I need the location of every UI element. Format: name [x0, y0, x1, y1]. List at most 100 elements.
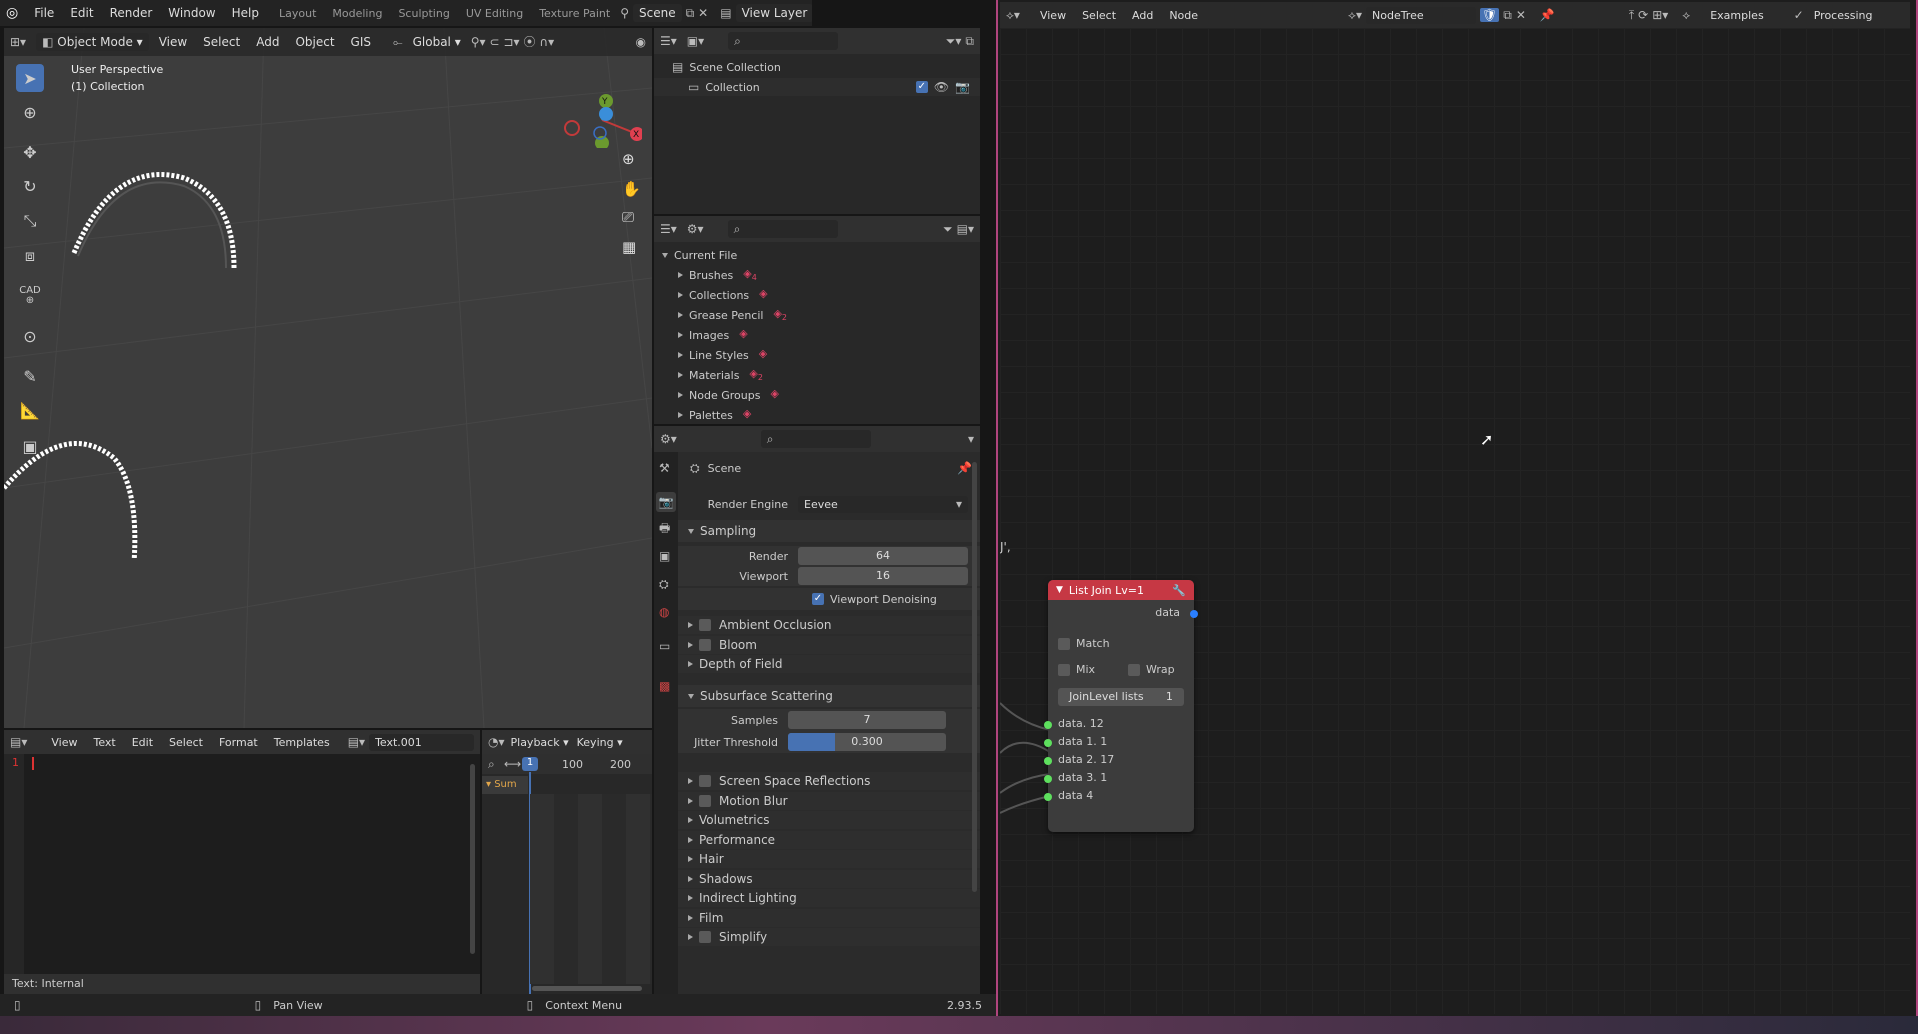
examples-button[interactable]: Examples: [1704, 9, 1769, 22]
move-icon[interactable]: ✥: [16, 138, 44, 166]
add-cube-icon[interactable]: ▣: [16, 432, 44, 460]
navigation-gizmo[interactable]: Y X: [562, 68, 644, 150]
rotate-icon[interactable]: ↻: [16, 172, 44, 200]
mode-selector[interactable]: ◧ Object Mode ▾: [36, 33, 149, 51]
select-box-icon[interactable]: ➤: [16, 64, 44, 92]
blender-logo-icon[interactable]: ◎: [6, 6, 18, 20]
blend-item-row[interactable]: Node Groups ◈: [654, 386, 980, 404]
expand-arrow-icon[interactable]: [662, 252, 668, 258]
blend-item-row[interactable]: Brushes ◈4: [654, 266, 980, 284]
outliner-row-collection[interactable]: ▭ Collection ✓ 👁 📷: [654, 78, 980, 96]
viewport-denoising-checkbox[interactable]: ✓: [812, 593, 824, 605]
node-collapse-icon[interactable]: ▼: [1056, 585, 1063, 595]
scale-icon[interactable]: ⤡: [16, 207, 44, 235]
zoom-icon[interactable]: ⊕: [622, 150, 635, 168]
properties-panel-header[interactable]: Hair: [678, 850, 980, 868]
input-socket[interactable]: [1044, 757, 1052, 765]
menu-help[interactable]: Help: [226, 6, 265, 20]
node-editor-area[interactable]: J', ▼ List Join Lv=1 🔧 data Match Mix Wr…: [1000, 28, 1910, 1014]
expand-arrow-icon[interactable]: [678, 412, 683, 418]
input-socket[interactable]: [1044, 793, 1052, 801]
camera-render-icon[interactable]: 📷: [955, 81, 970, 93]
sampling-viewport-field[interactable]: 16: [798, 567, 968, 585]
fake-user-shield-icon[interactable]: 🛡: [1480, 8, 1500, 22]
blend-search-input[interactable]: ⌕: [727, 220, 838, 238]
menu-window[interactable]: Window: [162, 6, 221, 20]
pan-hand-icon[interactable]: ✋: [622, 180, 641, 198]
tab-uv-editing[interactable]: UV Editing: [460, 7, 529, 20]
node-header[interactable]: ▼ List Join Lv=1 🔧: [1048, 580, 1194, 600]
properties-panel-header[interactable]: Simplify: [678, 928, 980, 946]
render-engine-dropdown[interactable]: Eevee ▾: [798, 495, 968, 513]
list-join-node[interactable]: ▼ List Join Lv=1 🔧 data Match Mix Wrap J…: [1044, 580, 1198, 832]
panel-enable-checkbox[interactable]: [699, 794, 711, 807]
properties-panel-header[interactable]: Indirect Lighting: [678, 889, 980, 907]
new-collection-icon[interactable]: ⧉: [965, 35, 974, 47]
view-layer-tab-icon[interactable]: ▣: [659, 550, 670, 562]
properties-panel-header[interactable]: Volumetrics: [678, 811, 980, 829]
3d-viewport[interactable]: User Perspective (1) Collection Y X ⊕ ✋ …: [4, 28, 652, 728]
output-socket-data[interactable]: [1190, 610, 1198, 618]
blend-browser-type-icon[interactable]: ☰▾: [660, 223, 677, 235]
menu-file[interactable]: File: [28, 6, 60, 20]
expand-arrow-icon[interactable]: [678, 392, 683, 398]
expand-arrow-icon[interactable]: [678, 292, 683, 298]
input-socket[interactable]: [1044, 739, 1052, 747]
panel-enable-checkbox[interactable]: [699, 619, 711, 631]
examples-icon[interactable]: ⟡: [1682, 9, 1690, 21]
delete-scene-icon[interactable]: ✕: [698, 7, 708, 19]
join-level-field[interactable]: JoinLevel lists 1: [1058, 688, 1184, 706]
node-menu-select[interactable]: Select: [1076, 9, 1122, 22]
blend-item-row[interactable]: Palettes ◈: [654, 406, 980, 424]
text-menu-format[interactable]: Format: [213, 736, 264, 749]
visibility-icon[interactable]: ◉: [636, 36, 646, 48]
wrench-icon[interactable]: 🔧: [1172, 584, 1186, 597]
properties-panel-header[interactable]: Shadows: [678, 869, 980, 888]
expand-arrow-icon[interactable]: [678, 312, 683, 318]
text-editor-area[interactable]: 1: [4, 754, 480, 974]
sampling-panel-header[interactable]: Sampling: [678, 520, 980, 542]
node-tree-type-icon[interactable]: ⟡▾: [1348, 9, 1362, 21]
expand-arrow-icon[interactable]: [678, 272, 683, 278]
menu-edit[interactable]: Edit: [64, 6, 99, 20]
pin-icon[interactable]: 📌: [957, 462, 972, 474]
properties-scrollbar[interactable]: [972, 462, 977, 892]
properties-panel-header[interactable]: Motion Blur: [678, 791, 980, 810]
timeline-menu-keying[interactable]: Keying ▾: [575, 736, 625, 749]
node-menu-view[interactable]: View: [1034, 9, 1072, 22]
transform-icon[interactable]: ⧈: [16, 242, 44, 270]
pin-tree-icon[interactable]: 📌: [1540, 9, 1555, 21]
viewport-menu-select[interactable]: Select: [197, 35, 246, 49]
properties-search-input[interactable]: ⌕: [760, 430, 871, 448]
measure-icon[interactable]: 📐: [16, 396, 44, 424]
properties-panel-header[interactable]: Film: [678, 908, 980, 927]
match-checkbox[interactable]: [1058, 638, 1070, 650]
text-menu-templates[interactable]: Templates: [268, 736, 336, 749]
properties-panel-header[interactable]: Ambient Occlusion: [678, 616, 980, 634]
node-editor-type-icon[interactable]: ⟡▾: [1006, 9, 1020, 21]
properties-options-icon[interactable]: ▾: [968, 433, 974, 445]
timeline-range-icon[interactable]: ⟷: [504, 758, 521, 770]
sss-samples-field[interactable]: 7: [788, 711, 946, 729]
text-menu-select[interactable]: Select: [163, 736, 209, 749]
scene-selector[interactable]: Scene: [632, 4, 682, 22]
ortho-toggle-icon[interactable]: ▦: [622, 238, 636, 256]
layout-icon[interactable]: ⊞▾: [1652, 9, 1668, 21]
text-editor-scrollbar[interactable]: [470, 764, 475, 954]
sss-jitter-slider[interactable]: 0.300: [788, 733, 946, 751]
cursor-icon[interactable]: ⊕: [16, 98, 44, 126]
expand-arrow-icon[interactable]: [678, 332, 683, 338]
input-socket[interactable]: [1044, 775, 1052, 783]
summary-row[interactable]: ▾ Sum: [482, 776, 528, 794]
output-tab-icon[interactable]: 🖶: [659, 522, 670, 534]
sampling-render-field[interactable]: 64: [798, 547, 968, 565]
text-datablock-icon[interactable]: ▤▾: [348, 736, 365, 748]
input-socket[interactable]: [1044, 721, 1052, 729]
tab-sculpting[interactable]: Sculpting: [392, 7, 455, 20]
cad-icon[interactable]: CAD ⊕: [16, 282, 44, 310]
expand-arrow-icon[interactable]: [678, 372, 683, 378]
properties-area[interactable]: ⛭ Scene 📌 Render Engine Eevee ▾ Sampling …: [678, 452, 980, 994]
outliner-search-input[interactable]: ⌕: [728, 32, 839, 50]
panel-enable-checkbox[interactable]: [699, 638, 711, 651]
current-frame-indicator[interactable]: 1: [522, 757, 538, 771]
